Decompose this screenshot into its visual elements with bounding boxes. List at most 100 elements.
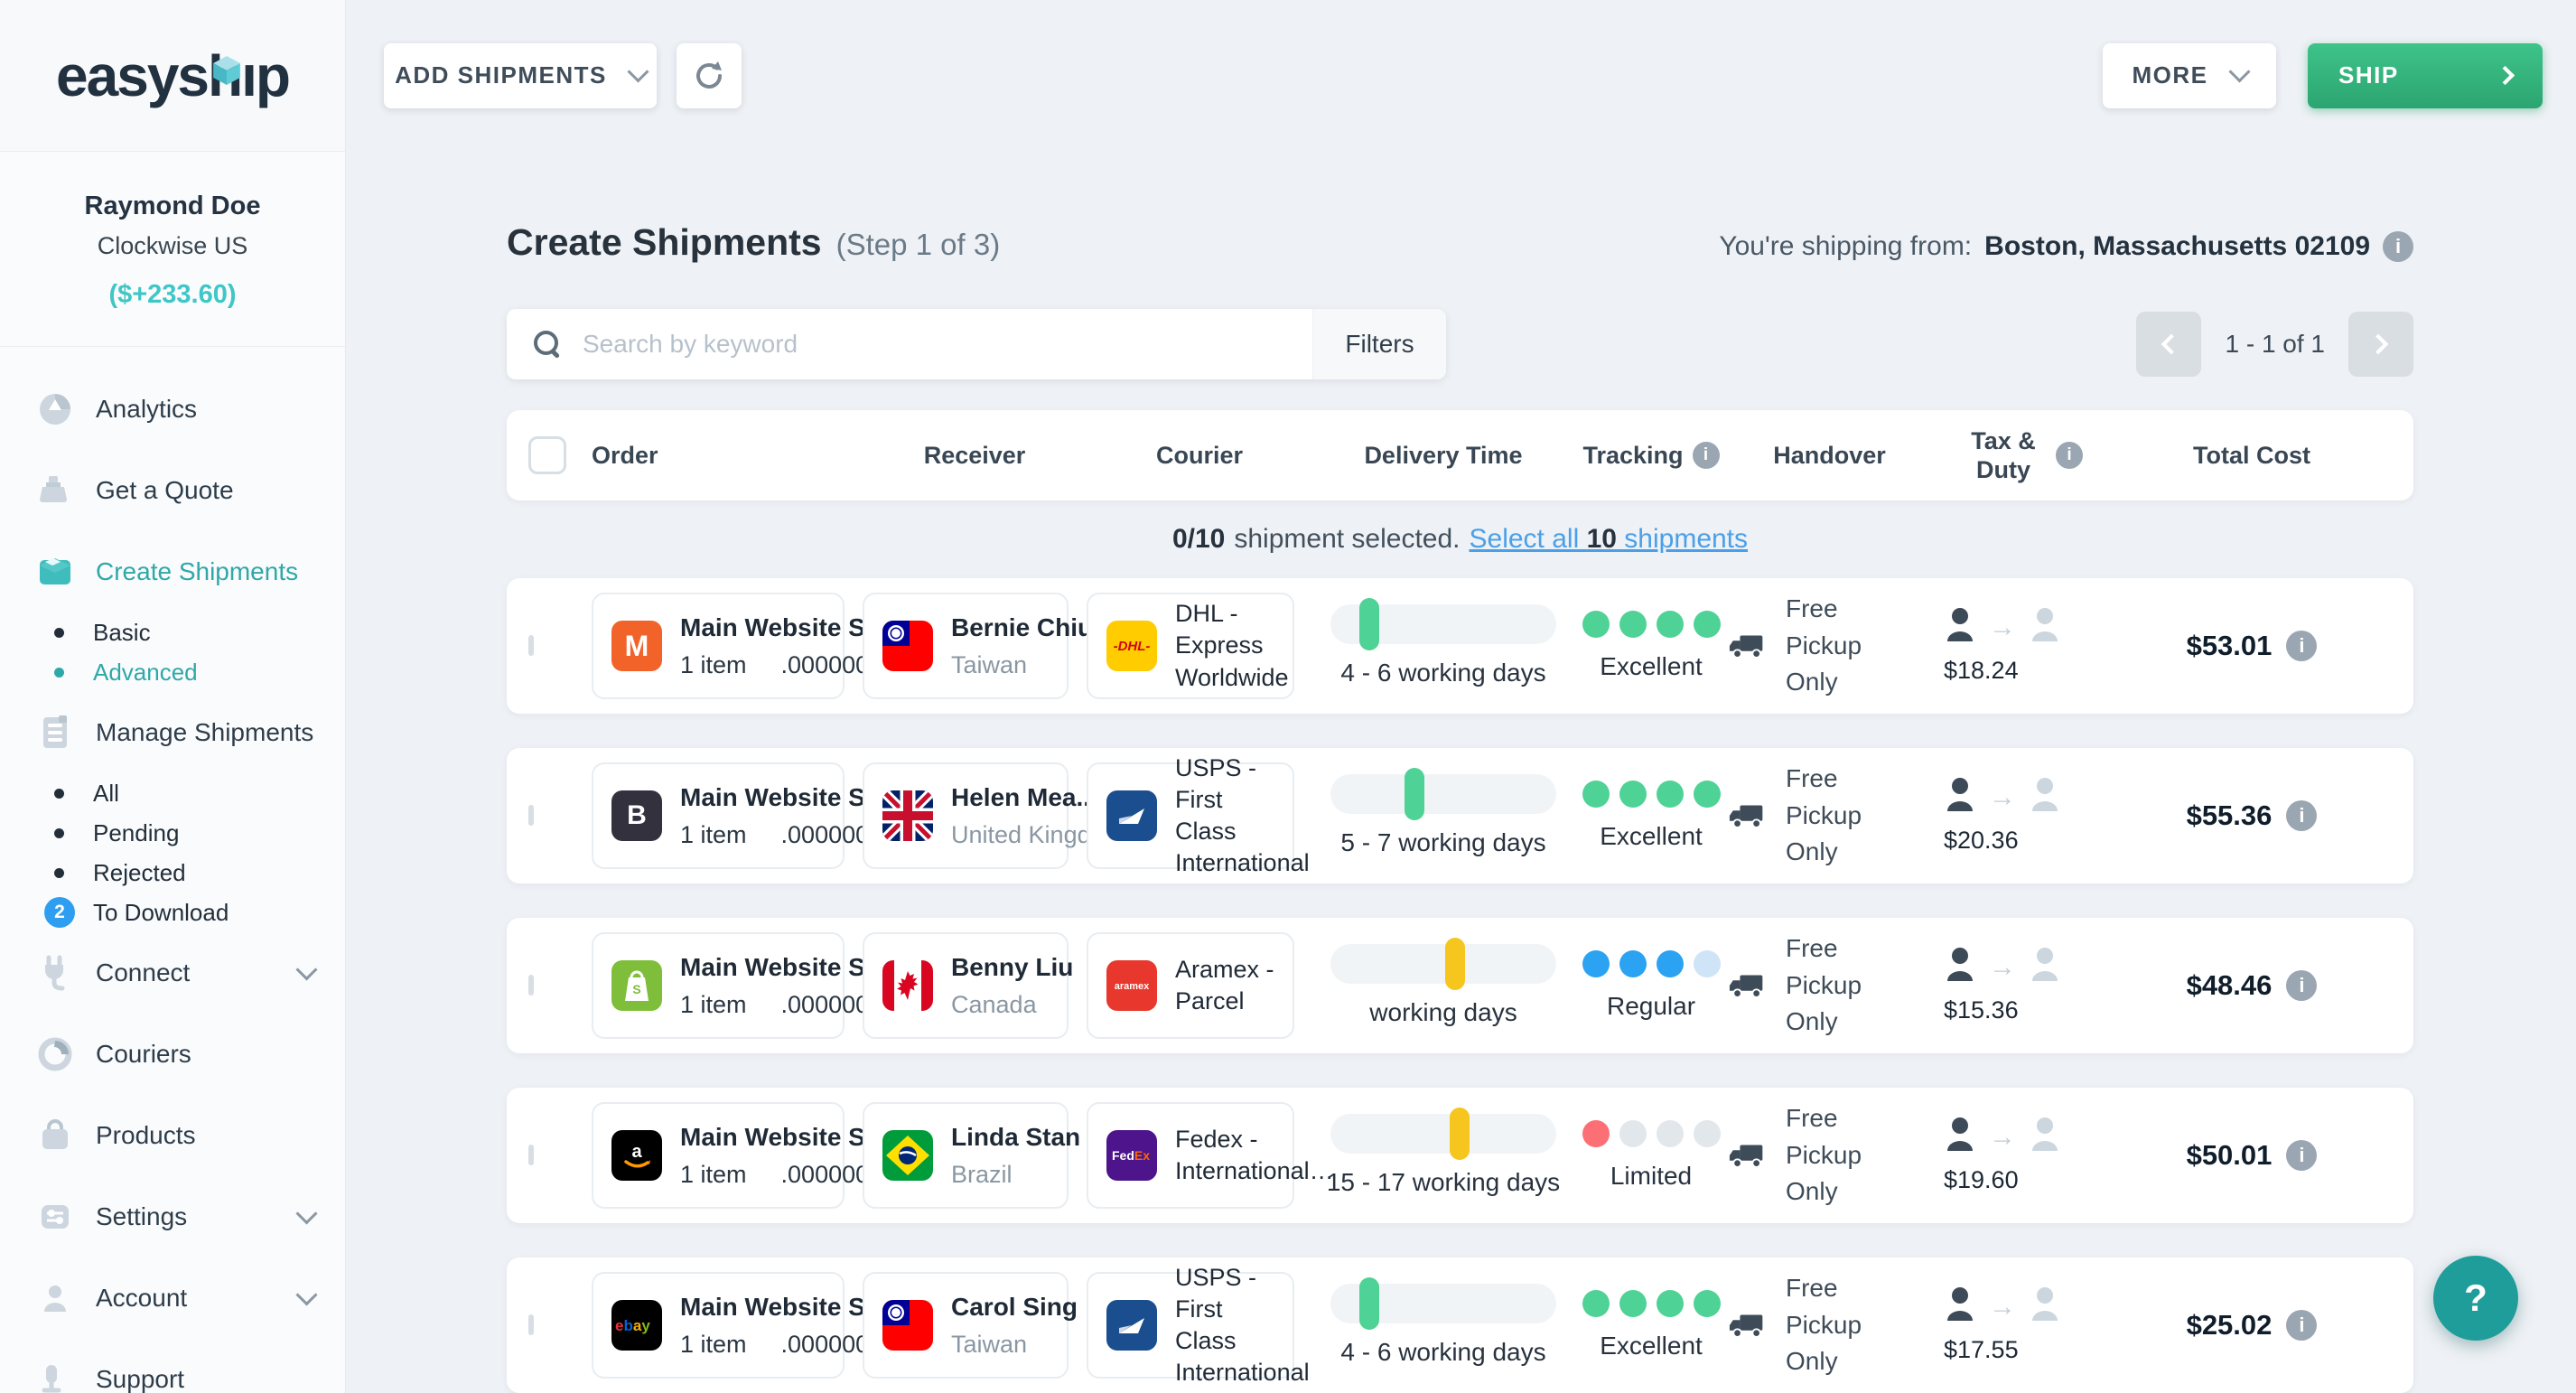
shipment-row: B Main Website St… 1 item.0000002 Helen …	[507, 748, 2413, 883]
row-checkbox[interactable]	[528, 1314, 534, 1335]
title-row: Create Shipments (Step 1 of 3) You're sh…	[507, 221, 2413, 264]
total-cost: $53.01	[2187, 630, 2273, 662]
receiver-country: Brazil	[951, 1161, 1049, 1189]
column-header-handover: Handover	[1728, 442, 1931, 470]
refresh-button[interactable]	[677, 43, 742, 108]
order-card[interactable]: S Main Website St… 1 item.0000002	[592, 932, 845, 1039]
sidebar-item-couriers[interactable]: Couriers	[0, 1014, 345, 1095]
chevron-down-icon	[295, 958, 317, 980]
sidebar-item-manage-shipments[interactable]: Manage Shipments	[0, 692, 345, 773]
tracking-cell: Excellent	[1574, 611, 1728, 681]
add-shipments-label: ADD SHIPMENTS	[395, 61, 607, 89]
header-checkbox-cell	[528, 436, 592, 474]
courier-card[interactable]: USPS - First Class International	[1087, 762, 1294, 869]
ship-button[interactable]: SHIP	[2308, 43, 2543, 108]
delivery-progress	[1330, 774, 1556, 814]
info-icon[interactable]: i	[2056, 442, 2083, 469]
handover-cell: Free Pickup Only	[1728, 1100, 1931, 1211]
receiver-card[interactable]: Carol Sing Taiwan	[863, 1272, 1069, 1379]
filters-button[interactable]: Filters	[1312, 309, 1446, 379]
receiver-cell: Benny Liu Canada	[863, 932, 1087, 1039]
sidebar-item-basic[interactable]: Basic	[0, 612, 345, 652]
row-checkbox[interactable]	[528, 975, 534, 996]
truck-icon	[1728, 1309, 1769, 1342]
more-label: MORE	[2133, 61, 2208, 89]
sidebar-item-settings[interactable]: Settings	[0, 1176, 345, 1257]
courier-card[interactable]: FedEx Fedex - International…	[1087, 1102, 1294, 1209]
search-input[interactable]	[583, 330, 1312, 359]
sidebar-item-pending[interactable]: Pending	[0, 813, 345, 853]
taiwan-flag	[882, 621, 933, 671]
select-all-checkbox[interactable]	[528, 436, 566, 474]
prev-page-button[interactable]	[2136, 312, 2201, 377]
sidebar-item-get-a-quote[interactable]: Get a Quote	[0, 450, 345, 531]
pagination: 1 - 1 of 1	[2136, 312, 2413, 377]
payer-icon	[1944, 777, 1976, 818]
help-button[interactable]: ?	[2433, 1256, 2518, 1341]
sidebar-item-account[interactable]: Account	[0, 1257, 345, 1339]
order-card[interactable]: B Main Website St… 1 item.0000002	[592, 762, 845, 869]
receiver-card[interactable]: Linda Stan Brazil	[863, 1102, 1069, 1209]
courier-card[interactable]: USPS - First Class International	[1087, 1272, 1294, 1379]
tax-value: $19.60	[1944, 1166, 2019, 1194]
info-icon[interactable]: i	[2383, 231, 2413, 262]
info-icon[interactable]: i	[2286, 631, 2317, 661]
tax-duty-cell: → $19.60	[1931, 1117, 2112, 1194]
receiver-card[interactable]: Benny Liu Canada	[863, 932, 1069, 1039]
svg-text:a: a	[631, 1142, 642, 1162]
ship-label: SHIP	[2338, 61, 2399, 89]
info-icon[interactable]: i	[1693, 442, 1720, 469]
sidebar-subitem-label: Advanced	[93, 659, 198, 687]
sidebar: easyshıp Raymond Doe Clockwise US ($+233…	[0, 0, 346, 1393]
total-cost-cell: $25.02 i	[2112, 1309, 2392, 1342]
sidebar-item-connect[interactable]: Connect	[0, 932, 345, 1014]
tracking-dots	[1582, 611, 1721, 638]
courier-name: Aramex - Parcel	[1175, 956, 1274, 1014]
more-button[interactable]: MORE	[2103, 43, 2276, 108]
order-card[interactable]: M Main Website St… 1 item.0000002	[592, 593, 845, 699]
tax-value: $18.24	[1944, 657, 2019, 685]
row-checkbox[interactable]	[528, 805, 534, 826]
order-card[interactable]: ebay Main Website St… 1 item.0000002	[592, 1272, 845, 1379]
sidebar-item-support[interactable]: Support	[0, 1339, 345, 1393]
row-checkbox[interactable]	[528, 1145, 534, 1165]
sidebar-subitem-label: Pending	[93, 819, 179, 847]
delivery-progress	[1330, 604, 1556, 644]
order-cell: M Main Website St… 1 item.0000002	[592, 593, 863, 699]
row-checkbox[interactable]	[528, 635, 534, 656]
sidebar-item-advanced[interactable]: Advanced	[0, 652, 345, 692]
info-icon[interactable]: i	[2286, 1140, 2317, 1171]
search-bar: Filters	[507, 309, 1446, 379]
total-cost-cell: $55.36 i	[2112, 799, 2392, 832]
next-page-button[interactable]	[2348, 312, 2413, 377]
uk-flag	[882, 790, 933, 841]
receiver-card[interactable]: Bernie Chiu Taiwan	[863, 593, 1069, 699]
delivery-cell: 5 - 7 working days	[1312, 774, 1574, 857]
sidebar-item-rejected[interactable]: Rejected	[0, 853, 345, 893]
courier-card[interactable]: aramex Aramex - Parcel	[1087, 932, 1294, 1039]
refresh-icon	[692, 59, 726, 93]
order-card[interactable]: a Main Website St… 1 item.0000002	[592, 1102, 845, 1209]
info-icon[interactable]: i	[2286, 970, 2317, 1001]
sidebar-item-all[interactable]: All	[0, 773, 345, 813]
column-header-delivery: Delivery Time	[1312, 442, 1574, 470]
user-balance[interactable]: ($+233.60)	[9, 280, 336, 310]
sidebar-item-to-download[interactable]: 2To Download	[0, 893, 345, 932]
arrow-right-icon: →	[1989, 782, 2016, 813]
courier-card[interactable]: -DHL- DHL - Express Worldwide	[1087, 593, 1294, 699]
sidebar-item-products[interactable]: Products	[0, 1095, 345, 1176]
chevron-down-icon	[295, 1284, 317, 1305]
sidebar-item-analytics[interactable]: Analytics	[0, 369, 345, 450]
info-icon[interactable]: i	[2286, 1310, 2317, 1341]
receiver-country: Canada	[951, 991, 1049, 1019]
delivery-progress	[1330, 1284, 1556, 1323]
page-range: 1 - 1 of 1	[2225, 330, 2325, 359]
select-all-link[interactable]: Select all 10 shipments	[1470, 524, 1749, 555]
sidebar-subitem-label: Rejected	[93, 859, 186, 887]
add-shipments-button[interactable]: ADD SHIPMENTS	[384, 43, 657, 108]
receiver-name: Benny Liu	[951, 953, 1073, 981]
sidebar-item-create-shipments[interactable]: Create Shipments	[0, 531, 345, 612]
receiver-card[interactable]: Helen Mea.. United Kingdom	[863, 762, 1069, 869]
delivery-text: 4 - 6 working days	[1340, 659, 1545, 687]
info-icon[interactable]: i	[2286, 800, 2317, 831]
